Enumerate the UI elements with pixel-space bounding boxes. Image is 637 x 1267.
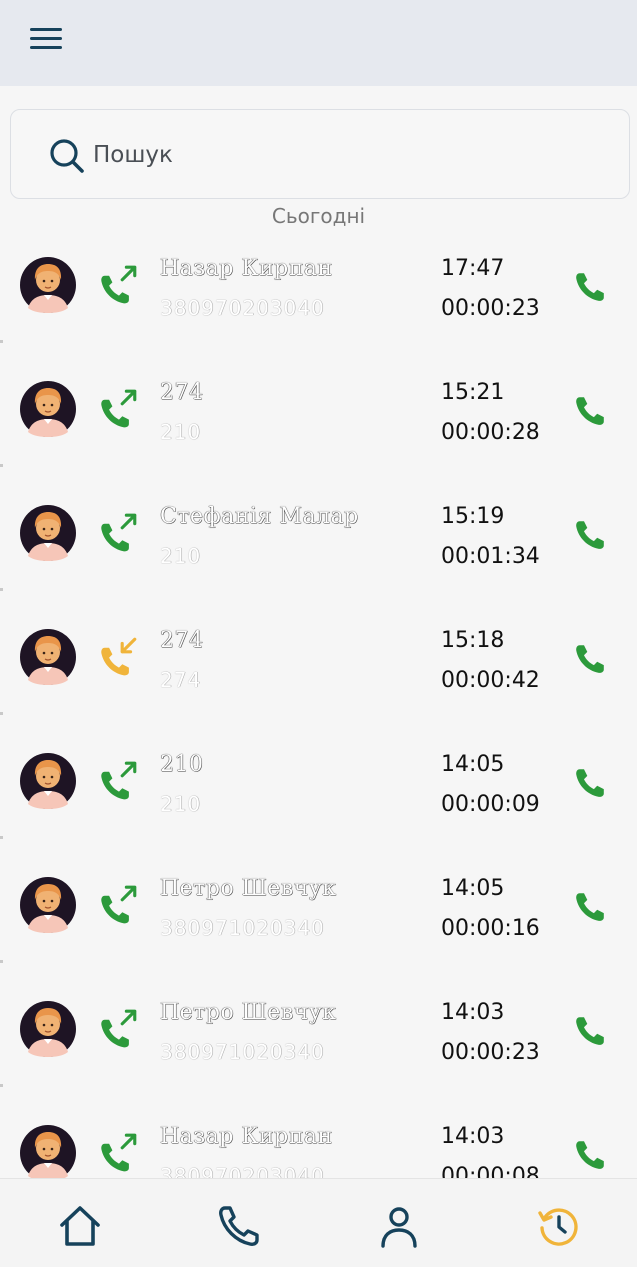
contact-number: 380970203040: [160, 296, 325, 320]
incoming-call-icon: [101, 637, 137, 676]
hamburger-menu-icon[interactable]: [30, 26, 64, 52]
outgoing-call-icon: [101, 885, 137, 924]
avatar: [20, 505, 76, 561]
contact-name: 274: [160, 628, 204, 653]
bottom-navigation: [0, 1178, 637, 1267]
outgoing-call-icon: [101, 513, 137, 552]
call-row[interactable]: Назар Кирпан 380970203040 14:03 00:00:08: [0, 1112, 637, 1178]
contact-name: Петро Шевчук: [160, 1000, 337, 1025]
avatar: [20, 1001, 76, 1057]
contacts-icon[interactable]: [376, 1203, 422, 1249]
call-time: 14:05: [441, 752, 505, 777]
divider: [0, 464, 3, 467]
outgoing-call-icon: [101, 1133, 137, 1172]
avatar: [20, 381, 76, 437]
call-time: 15:19: [441, 504, 505, 529]
call-back-button[interactable]: [570, 266, 610, 306]
contact-number: 380971020340: [160, 916, 325, 940]
call-time: 17:47: [441, 256, 505, 281]
contact-name: Назар Кирпан: [160, 1124, 333, 1149]
call-row[interactable]: 274 210 15:21 00:00:28: [0, 368, 637, 492]
divider: [0, 1084, 3, 1087]
contact-number: 210: [160, 544, 202, 568]
divider: [0, 712, 3, 715]
call-back-button[interactable]: [570, 390, 610, 430]
call-back-button[interactable]: [570, 762, 610, 802]
call-history-list: Назар Кирпан 380970203040 17:47 00:00:23 274…: [0, 244, 637, 1178]
call-row[interactable]: 210 210 14:05 00:00:09: [0, 740, 637, 864]
contact-name: Назар Кирпан: [160, 256, 333, 281]
contact-name: 210: [160, 752, 204, 777]
call-row[interactable]: Назар Кирпан 380970203040 17:47 00:00:23: [0, 244, 637, 368]
call-time: 14:03: [441, 1000, 505, 1025]
call-time: 15:18: [441, 628, 505, 653]
contact-name: Стефанія Малар: [160, 504, 359, 529]
outgoing-call-icon: [101, 761, 137, 800]
call-back-button[interactable]: [570, 638, 610, 678]
avatar: [20, 1125, 76, 1178]
call-back-button[interactable]: [570, 886, 610, 926]
outgoing-call-icon: [101, 389, 137, 428]
call-duration: 00:00:23: [441, 1040, 540, 1065]
avatar: [20, 877, 76, 933]
contact-name: 274: [160, 380, 204, 405]
call-back-button[interactable]: [570, 1010, 610, 1050]
avatar: [20, 753, 76, 809]
app-header: [0, 0, 637, 86]
call-duration: 00:00:42: [441, 668, 540, 693]
contact-number: 210: [160, 792, 202, 816]
call-row[interactable]: Петро Шевчук 380971020340 14:05 00:00:16: [0, 864, 637, 988]
call-duration: 00:00:28: [441, 420, 540, 445]
call-back-button[interactable]: [570, 514, 610, 554]
call-duration: 00:00:16: [441, 916, 540, 941]
call-duration: 00:00:08: [441, 1164, 540, 1178]
outgoing-call-icon: [101, 1009, 137, 1048]
call-time: 14:03: [441, 1124, 505, 1149]
contact-name: Петро Шевчук: [160, 876, 337, 901]
avatar: [20, 257, 76, 313]
search-input[interactable]: [93, 132, 593, 178]
divider: [0, 836, 3, 839]
avatar: [20, 629, 76, 685]
contact-number: 380970203040: [160, 1164, 325, 1178]
search-box: [10, 109, 630, 199]
call-row[interactable]: Стефанія Малар 210 15:19 00:01:34: [0, 492, 637, 616]
call-time: 15:21: [441, 380, 505, 405]
phone-icon[interactable]: [216, 1203, 262, 1249]
call-duration: 00:00:09: [441, 792, 540, 817]
contact-number: 274: [160, 668, 202, 692]
contact-number: 210: [160, 420, 202, 444]
call-row[interactable]: 274 274 15:18 00:00:42: [0, 616, 637, 740]
call-duration: 00:00:23: [441, 296, 540, 321]
call-row[interactable]: Петро Шевчук 380971020340 14:03 00:00:23: [0, 988, 637, 1112]
call-time: 14:05: [441, 876, 505, 901]
contact-number: 380971020340: [160, 1040, 325, 1064]
section-label-today: Сьогодні: [271, 204, 366, 228]
call-back-button[interactable]: [570, 1134, 610, 1174]
divider: [0, 340, 3, 343]
history-icon[interactable]: [536, 1203, 582, 1249]
divider: [0, 960, 3, 963]
outgoing-call-icon: [101, 265, 137, 304]
divider: [0, 588, 3, 591]
search-icon: [50, 139, 84, 173]
home-icon[interactable]: [57, 1203, 103, 1249]
call-duration: 00:01:34: [441, 544, 540, 569]
